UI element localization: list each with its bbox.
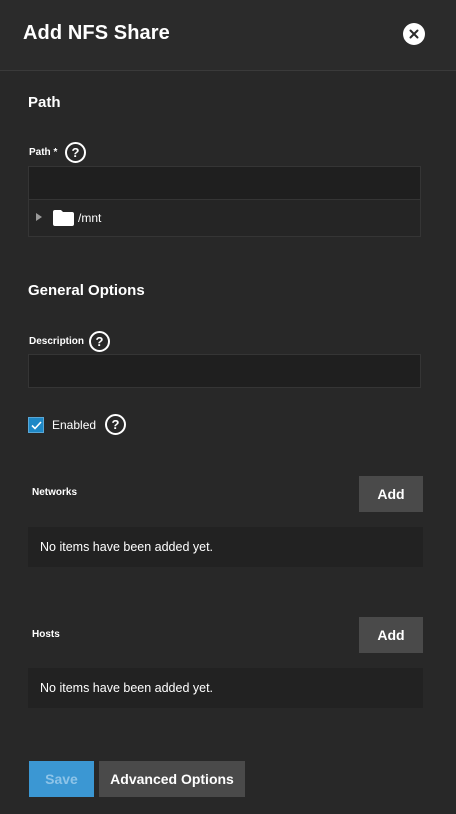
add-host-button[interactable]: Add: [359, 617, 423, 653]
enabled-checkbox[interactable]: [28, 417, 44, 433]
tree-node-label: /mnt: [78, 211, 102, 225]
save-button[interactable]: Save: [29, 761, 94, 797]
path-input[interactable]: [28, 166, 421, 200]
path-label: Path *: [29, 147, 58, 158]
enabled-help-icon[interactable]: ?: [105, 414, 126, 435]
folder-icon: [53, 210, 74, 226]
general-options-title: General Options: [28, 282, 145, 299]
hosts-empty-text: No items have been added yet.: [40, 681, 214, 695]
hosts-empty-list: No items have been added yet.: [28, 668, 423, 708]
description-input[interactable]: [28, 354, 421, 388]
path-help-icon[interactable]: ?: [65, 142, 86, 163]
description-help-icon[interactable]: ?: [89, 331, 110, 352]
close-icon: [409, 29, 419, 39]
path-section-title: Path: [28, 94, 61, 111]
networks-empty-text: No items have been added yet.: [40, 540, 214, 554]
advanced-options-button[interactable]: Advanced Options: [99, 761, 245, 797]
enabled-label: Enabled: [52, 418, 97, 432]
networks-empty-list: No items have been added yet.: [28, 527, 423, 567]
dialog-title: Add NFS Share: [23, 22, 170, 44]
expand-arrow-icon[interactable]: [36, 213, 42, 221]
close-button[interactable]: [403, 23, 425, 45]
networks-label: Networks: [32, 487, 78, 498]
description-label: Description: [29, 336, 85, 347]
checkmark-icon: [30, 420, 42, 430]
tree-node-mnt[interactable]: /mnt: [28, 200, 421, 237]
dialog-header: Add NFS Share: [0, 0, 456, 71]
add-network-button[interactable]: Add: [359, 476, 423, 512]
hosts-label: Hosts: [32, 629, 60, 640]
